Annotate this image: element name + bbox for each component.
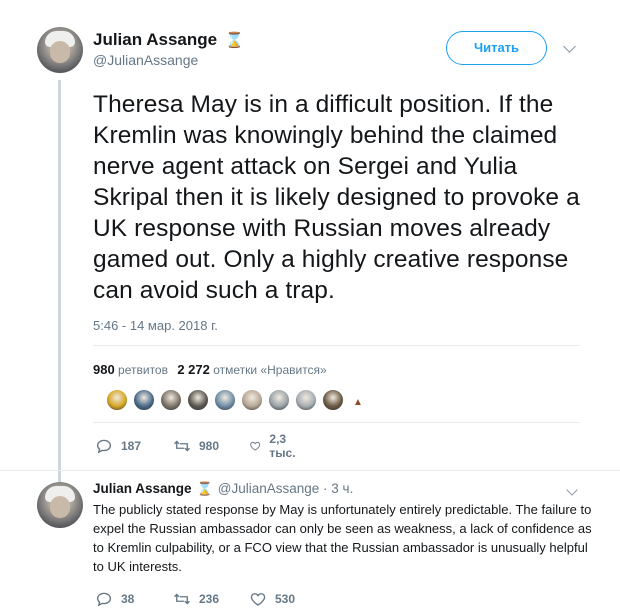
liker-avatar[interactable] [268, 389, 290, 411]
liker-avatar[interactable] [160, 389, 182, 411]
reply-time[interactable]: 3 ч. [331, 481, 353, 496]
reply-icon [96, 592, 112, 607]
avatar-face [50, 41, 70, 63]
tweet-timestamp[interactable]: 5:46 - 14 мар. 2018 г. [93, 318, 218, 333]
divider [93, 422, 580, 423]
reply-text: The publicly stated response by May is u… [93, 502, 592, 574]
heart-icon [250, 593, 266, 606]
retweet-button[interactable]: 980 [173, 437, 219, 455]
liker-avatar[interactable] [322, 389, 344, 411]
retweet-icon [174, 440, 190, 452]
follow-button[interactable]: Читать [446, 31, 547, 65]
hourglass-icon: ⌛ [225, 32, 244, 49]
separator-dot: · [323, 481, 328, 496]
reply-author-avatar[interactable] [37, 482, 83, 528]
liker-avatar[interactable] [133, 389, 155, 411]
retweet-icon [174, 593, 190, 605]
liker-avatar[interactable] [187, 389, 209, 411]
liker-avatar[interactable] [106, 389, 128, 411]
retweet-count: 236 [199, 592, 220, 606]
like-count: 2,3 тыс. [269, 432, 296, 460]
thread-connector-line [58, 80, 61, 482]
author-avatar[interactable] [37, 27, 83, 73]
avatar-face [50, 496, 70, 518]
tweet-text: Theresa May is in a difficult position. … [93, 91, 580, 304]
hourglass-icon: ⌛ [196, 481, 213, 496]
like-button[interactable]: 2,3 тыс. [249, 432, 301, 460]
default-avatar-icon[interactable] [295, 389, 317, 411]
reply-button[interactable]: 187 [95, 437, 141, 455]
author-name[interactable]: Julian Assange ⌛ [93, 30, 244, 50]
reply-header: Julian Assange ⌛ @JulianAssange · 3 ч. [93, 481, 353, 497]
retweets-count: 980 [93, 362, 115, 377]
tweet-separator [0, 470, 620, 471]
reply-button[interactable]: 38 [95, 590, 134, 608]
like-count: 530 [275, 592, 296, 606]
heart-icon [250, 441, 261, 451]
retweets-stat[interactable]: 980 ретвитов [93, 362, 168, 377]
chevron-down-icon[interactable] [563, 40, 576, 53]
like-button[interactable]: 530 [249, 590, 295, 608]
retweet-count: 980 [199, 439, 220, 453]
divider [93, 345, 580, 346]
reply-count: 187 [121, 439, 142, 453]
likes-count: 2 272 [177, 362, 210, 377]
author-handle[interactable]: @JulianAssange [93, 52, 198, 68]
liker-overflow-icon: ▲ [353, 397, 363, 408]
author-name-text[interactable]: Julian Assange [93, 30, 217, 49]
retweet-button[interactable]: 236 [173, 590, 219, 608]
liker-avatar[interactable] [241, 389, 263, 411]
tweet-stats: 980 ретвитов 2 272 отметки «Нравится» [93, 362, 327, 377]
likes-stat[interactable]: 2 272 отметки «Нравится» [177, 362, 327, 377]
reply-count: 38 [121, 592, 135, 606]
liker-avatar[interactable] [214, 389, 236, 411]
likes-label: отметки «Нравится» [213, 363, 327, 377]
reply-icon [96, 439, 112, 454]
reply-author-handle[interactable]: @JulianAssange [218, 481, 320, 496]
reply-author-name[interactable]: Julian Assange [93, 481, 192, 496]
chevron-down-icon[interactable] [566, 484, 578, 496]
retweets-label: ретвитов [118, 363, 168, 377]
